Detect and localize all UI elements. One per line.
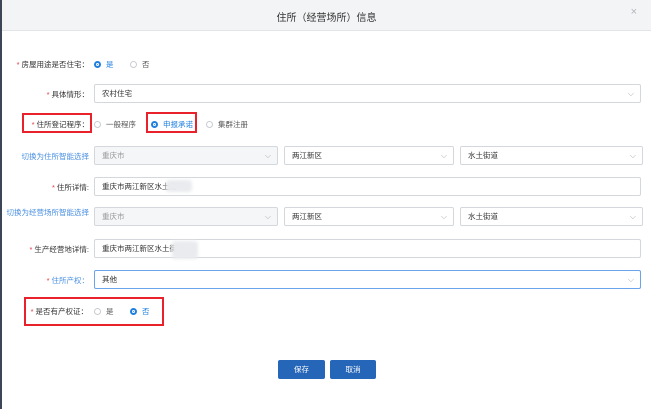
save-button[interactable]: 保存	[278, 360, 325, 379]
chevron-down-icon: ⌵	[440, 212, 447, 221]
procedure-general-radio[interactable]: 一般程序	[94, 119, 136, 130]
dialog-header: 住所（经营场所）信息 ×	[2, 0, 651, 31]
is-residence-label: * 房屋用途是否住宅：	[16, 60, 89, 69]
radio-checked-icon	[130, 308, 137, 315]
residence-smart-select-link[interactable]: 切换为住所智能选择	[10, 151, 90, 162]
chevron-down-icon: ⌵	[627, 275, 634, 284]
cancel-button[interactable]: 取消	[330, 360, 376, 379]
has-certificate-yes-radio[interactable]: 是	[94, 306, 114, 317]
business-street-select[interactable]: 水土街道 ⌵	[460, 207, 643, 226]
chevron-down-icon: ⌵	[627, 89, 634, 98]
required-mark: *	[16, 60, 20, 69]
business-district-select[interactable]: 两江新区 ⌵	[284, 207, 454, 226]
business-smart-select-link[interactable]: 切换为经营场所智能选择	[4, 208, 90, 217]
registration-procedure-label: * 住所登记程序：	[31, 120, 89, 129]
chevron-down-icon: ⌵	[264, 151, 271, 160]
redacted-text	[172, 241, 198, 259]
radio-unchecked-icon	[94, 121, 101, 128]
chevron-down-icon: ⌵	[629, 151, 636, 160]
has-certificate-no-radio[interactable]: 否	[130, 306, 150, 317]
business-detail-label: * 生产经营地详情:	[29, 245, 89, 254]
radio-unchecked-icon	[94, 308, 101, 315]
radio-checked-icon	[151, 121, 158, 128]
is-residence-yes-radio[interactable]: 是	[94, 59, 114, 70]
redacted-text	[166, 180, 192, 192]
property-right-select[interactable]: 其他 ⌵	[94, 270, 641, 289]
residence-info-dialog: 住所（经营场所）信息 × * 房屋用途是否住宅： 是 否 * 具体情形： 农村住宅 …	[2, 0, 651, 409]
business-city-select[interactable]: 重庆市 ⌵	[94, 207, 278, 226]
radio-unchecked-icon	[130, 61, 137, 68]
dialog-title: 住所（经营场所）信息	[276, 13, 377, 24]
residence-district-select[interactable]: 两江新区 ⌵	[284, 146, 454, 165]
chevron-down-icon: ⌵	[629, 212, 636, 221]
procedure-cluster-radio[interactable]: 集群注册	[206, 119, 248, 130]
specific-situation-label: * 具体情形：	[46, 90, 89, 99]
property-right-label: * 住所产权：	[46, 276, 89, 285]
residence-city-select[interactable]: 重庆市 ⌵	[94, 146, 278, 165]
has-certificate-label: * 是否有产权证：	[30, 307, 88, 316]
radio-checked-icon	[94, 61, 101, 68]
radio-unchecked-icon	[206, 121, 213, 128]
residence-street-select[interactable]: 水土街道 ⌵	[460, 146, 643, 165]
is-residence-no-radio[interactable]: 否	[130, 59, 150, 70]
chevron-down-icon: ⌵	[440, 151, 447, 160]
specific-situation-select[interactable]: 农村住宅 ⌵	[94, 84, 641, 103]
residence-detail-label: * 住所详情:	[51, 183, 89, 192]
close-icon[interactable]: ×	[631, 6, 637, 18]
procedure-declaration-radio[interactable]: 申报承诺	[151, 119, 193, 130]
chevron-down-icon: ⌵	[264, 212, 271, 221]
